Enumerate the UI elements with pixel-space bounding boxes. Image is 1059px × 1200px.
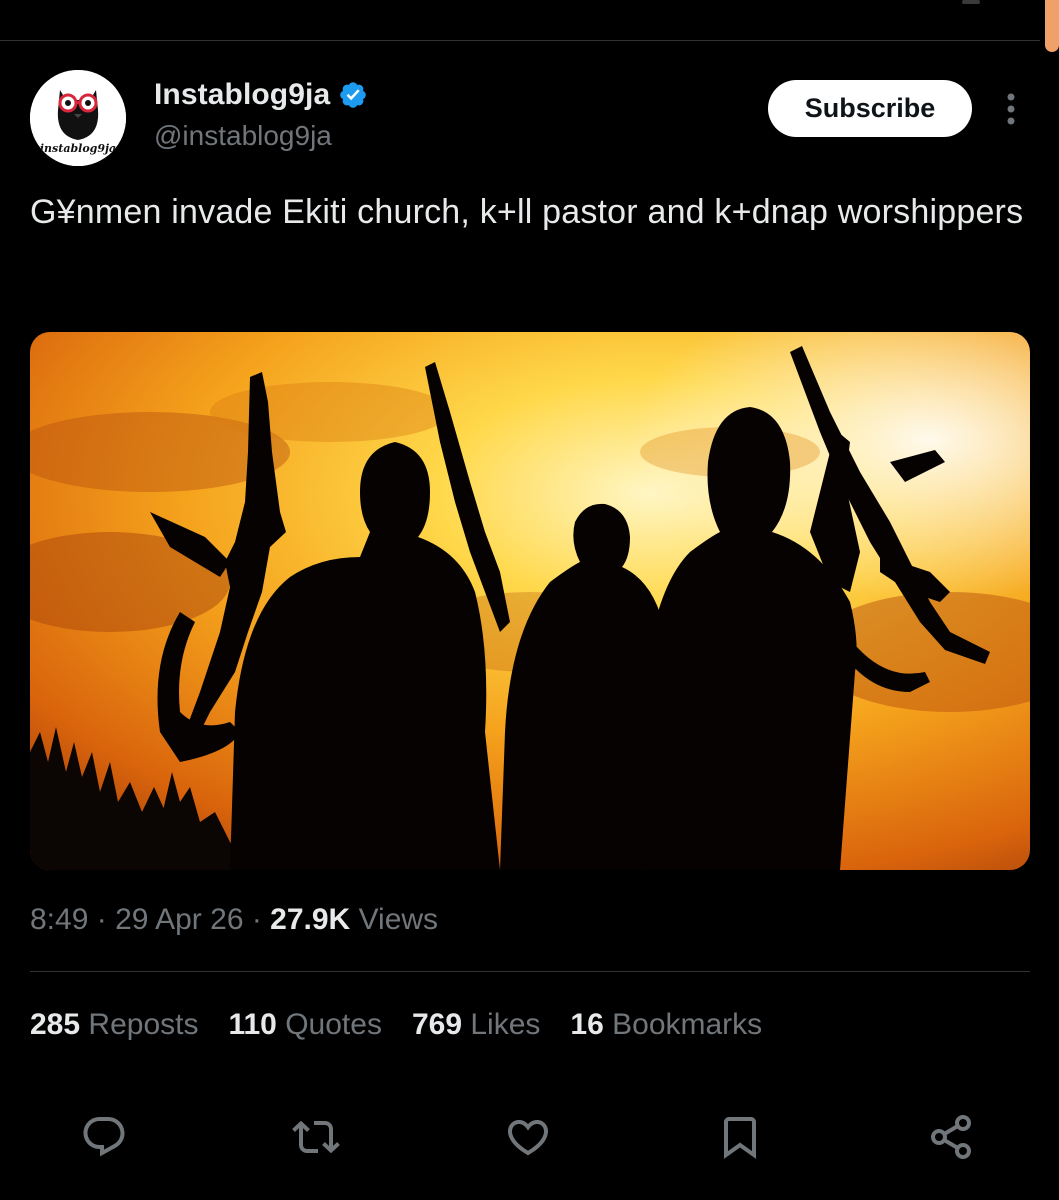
- verified-badge-icon: [338, 80, 368, 110]
- stat-count: 769: [411, 1008, 463, 1041]
- stat-likes[interactable]: 769 Likes: [412, 1008, 540, 1042]
- stat-label: Likes: [470, 1008, 541, 1041]
- post-meta: 8:49 · 29 Apr 26 · 27.9K Views: [30, 903, 439, 936]
- post-time[interactable]: 8:49: [30, 903, 88, 936]
- author-handle[interactable]: @instablog9ja: [154, 120, 332, 152]
- status-indicator: [962, 0, 980, 4]
- stat-count: 285: [30, 1008, 81, 1041]
- stat-label: Quotes: [285, 1008, 382, 1041]
- avatar-owl-logo: instablog9ja: [30, 70, 126, 166]
- svg-text:instablog9ja: instablog9ja: [40, 142, 116, 155]
- views-count: 27.9K: [270, 903, 351, 936]
- share-icon: [931, 1115, 971, 1159]
- post-image[interactable]: [30, 332, 1030, 870]
- share-button[interactable]: [926, 1112, 976, 1162]
- stat-reposts[interactable]: 285 Reposts: [30, 1008, 198, 1042]
- scrollbar-thumb[interactable]: [1045, 0, 1059, 52]
- views-label: Views: [358, 903, 439, 936]
- display-name[interactable]: Instablog9ja: [154, 78, 368, 112]
- repost-button[interactable]: [291, 1112, 341, 1162]
- subscribe-button[interactable]: Subscribe: [768, 80, 972, 137]
- reply-icon: [83, 1117, 125, 1157]
- post-text: G¥nmen invade Ekiti church, k+ll pastor …: [30, 193, 1024, 231]
- author-name[interactable]: Instablog9ja: [154, 78, 330, 112]
- stat-quotes[interactable]: 110 Quotes: [228, 1008, 381, 1042]
- bookmark-button[interactable]: [715, 1112, 765, 1162]
- repost-icon: [292, 1120, 340, 1154]
- more-options-icon[interactable]: [998, 92, 1024, 126]
- reply-button[interactable]: [79, 1112, 129, 1162]
- top-divider: [0, 40, 1040, 41]
- heart-icon: [507, 1120, 549, 1156]
- stat-label: Reposts: [88, 1008, 199, 1041]
- post-date[interactable]: 29 Apr 26: [115, 903, 243, 936]
- avatar[interactable]: instablog9ja: [30, 70, 126, 166]
- stat-bookmarks[interactable]: 16 Bookmarks: [570, 1008, 762, 1042]
- stat-count: 16: [570, 1008, 604, 1041]
- like-button[interactable]: [503, 1112, 553, 1162]
- engagement-stats: 285 Reposts 110 Quotes 769 Likes 16 Book…: [30, 1008, 762, 1042]
- bookmark-icon: [724, 1117, 756, 1159]
- divider: [30, 971, 1030, 972]
- stat-count: 110: [228, 1008, 277, 1041]
- stat-label: Bookmarks: [612, 1008, 763, 1041]
